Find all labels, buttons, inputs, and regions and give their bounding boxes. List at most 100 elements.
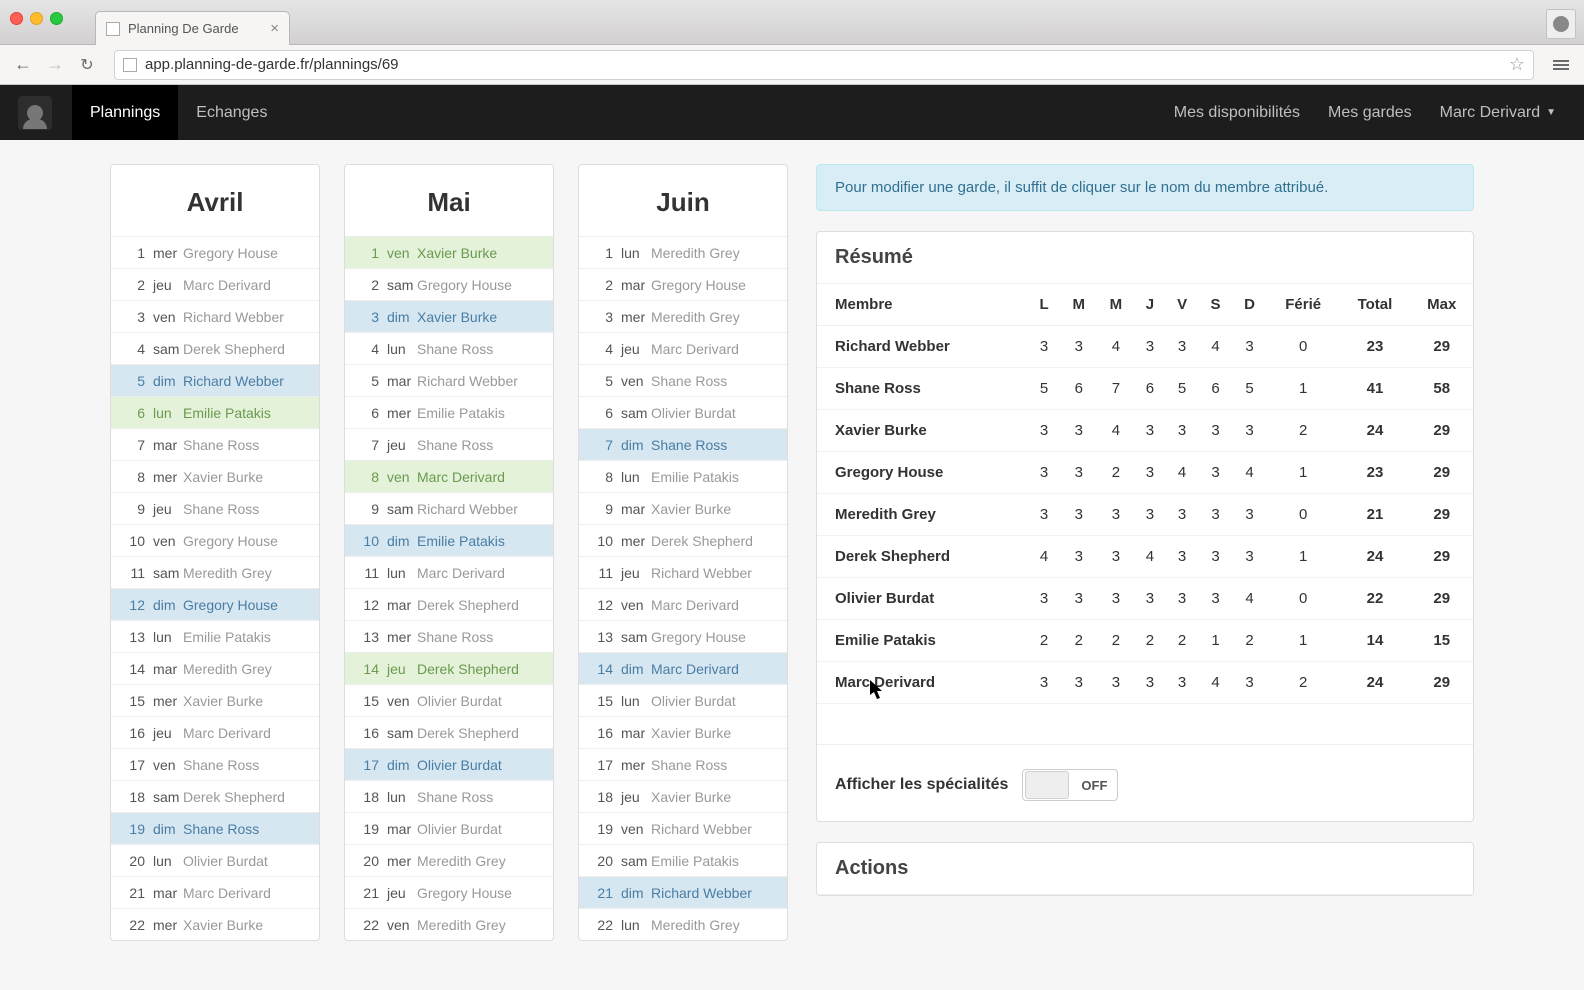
day-member-name[interactable]: Xavier Burke [183,693,309,709]
day-member-name[interactable]: Gregory House [183,597,309,613]
day-member-name[interactable]: Shane Ross [183,821,309,837]
planning-day-row[interactable]: 8venMarc Derivard [345,460,553,492]
planning-day-row[interactable]: 1lunMeredith Grey [579,236,787,268]
user-menu[interactable]: Marc Derivard ▼ [1440,104,1556,122]
day-member-name[interactable]: Shane Ross [183,757,309,773]
planning-day-row[interactable]: 5marRichard Webber [345,364,553,396]
planning-day-row[interactable]: 20lunOlivier Burdat [111,844,319,876]
nav-item-mes-disponibilités[interactable]: Mes disponibilités [1174,104,1300,122]
planning-day-row[interactable]: 5dimRichard Webber [111,364,319,396]
back-button[interactable]: ← [10,52,36,78]
day-member-name[interactable]: Richard Webber [183,309,309,325]
day-member-name[interactable]: Shane Ross [417,341,543,357]
day-member-name[interactable]: Olivier Burdat [417,693,543,709]
planning-day-row[interactable]: 14dimMarc Derivard [579,652,787,684]
planning-day-row[interactable]: 4samDerek Shepherd [111,332,319,364]
day-member-name[interactable]: Olivier Burdat [417,757,543,773]
planning-day-row[interactable]: 7jeuShane Ross [345,428,553,460]
day-member-name[interactable]: Marc Derivard [651,341,777,357]
day-member-name[interactable]: Xavier Burke [183,469,309,485]
day-member-name[interactable]: Emilie Patakis [417,405,543,421]
day-member-name[interactable]: Marc Derivard [183,885,309,901]
planning-day-row[interactable]: 15venOlivier Burdat [345,684,553,716]
planning-day-row[interactable]: 22lunMeredith Grey [579,908,787,940]
day-member-name[interactable]: Derek Shepherd [651,533,777,549]
day-member-name[interactable]: Shane Ross [417,629,543,645]
planning-day-row[interactable]: 12venMarc Derivard [579,588,787,620]
planning-day-row[interactable]: 2samGregory House [345,268,553,300]
planning-day-row[interactable]: 5venShane Ross [579,364,787,396]
day-member-name[interactable]: Richard Webber [651,821,777,837]
planning-day-row[interactable]: 3venRichard Webber [111,300,319,332]
day-member-name[interactable]: Gregory House [417,885,543,901]
day-member-name[interactable]: Emilie Patakis [183,629,309,645]
planning-day-row[interactable]: 17merShane Ross [579,748,787,780]
planning-day-row[interactable]: 1merGregory House [111,236,319,268]
planning-day-row[interactable]: 18jeuXavier Burke [579,780,787,812]
window-maximize-button[interactable] [50,12,63,25]
day-member-name[interactable]: Olivier Burdat [417,821,543,837]
planning-day-row[interactable]: 21jeuGregory House [345,876,553,908]
planning-day-row[interactable]: 8merXavier Burke [111,460,319,492]
planning-day-row[interactable]: 10merDerek Shepherd [579,524,787,556]
day-member-name[interactable]: Gregory House [417,277,543,293]
planning-day-row[interactable]: 11jeuRichard Webber [579,556,787,588]
forward-button[interactable]: → [42,52,68,78]
day-member-name[interactable]: Derek Shepherd [183,789,309,805]
browser-menu-button[interactable] [1548,52,1574,78]
day-member-name[interactable]: Emilie Patakis [183,405,309,421]
day-member-name[interactable]: Xavier Burke [651,789,777,805]
planning-day-row[interactable]: 12dimGregory House [111,588,319,620]
day-member-name[interactable]: Marc Derivard [183,277,309,293]
planning-day-row[interactable]: 9samRichard Webber [345,492,553,524]
planning-day-row[interactable]: 19marOlivier Burdat [345,812,553,844]
planning-day-row[interactable]: 6lunEmilie Patakis [111,396,319,428]
planning-day-row[interactable]: 7marShane Ross [111,428,319,460]
brand-button[interactable] [18,96,52,130]
planning-day-row[interactable]: 6samOlivier Burdat [579,396,787,428]
planning-day-row[interactable]: 9jeuShane Ross [111,492,319,524]
browser-profile-button[interactable] [1546,9,1576,39]
day-member-name[interactable]: Marc Derivard [417,565,543,581]
day-member-name[interactable]: Emilie Patakis [651,853,777,869]
day-member-name[interactable]: Meredith Grey [183,661,309,677]
planning-day-row[interactable]: 17venShane Ross [111,748,319,780]
day-member-name[interactable]: Gregory House [651,629,777,645]
day-member-name[interactable]: Meredith Grey [651,917,777,933]
planning-day-row[interactable]: 18samDerek Shepherd [111,780,319,812]
planning-day-row[interactable]: 9marXavier Burke [579,492,787,524]
planning-day-row[interactable]: 2marGregory House [579,268,787,300]
day-member-name[interactable]: Gregory House [183,533,309,549]
planning-day-row[interactable]: 14marMeredith Grey [111,652,319,684]
specialties-toggle[interactable]: OFF [1022,769,1118,801]
planning-day-row[interactable]: 12marDerek Shepherd [345,588,553,620]
planning-day-row[interactable]: 13samGregory House [579,620,787,652]
planning-day-row[interactable]: 10venGregory House [111,524,319,556]
day-member-name[interactable]: Shane Ross [183,501,309,517]
window-close-button[interactable] [10,12,23,25]
planning-day-row[interactable]: 22venMeredith Grey [345,908,553,940]
planning-day-row[interactable]: 15lunOlivier Burdat [579,684,787,716]
day-member-name[interactable]: Emilie Patakis [417,533,543,549]
day-member-name[interactable]: Olivier Burdat [183,853,309,869]
tab-close-icon[interactable]: × [270,20,279,37]
day-member-name[interactable]: Derek Shepherd [417,725,543,741]
day-member-name[interactable]: Gregory House [651,277,777,293]
day-member-name[interactable]: Olivier Burdat [651,405,777,421]
day-member-name[interactable]: Richard Webber [417,501,543,517]
nav-item-echanges[interactable]: Echanges [178,85,285,140]
reload-button[interactable]: ↻ [74,52,100,78]
planning-day-row[interactable]: 10dimEmilie Patakis [345,524,553,556]
day-member-name[interactable]: Xavier Burke [417,309,543,325]
planning-day-row[interactable]: 6merEmilie Patakis [345,396,553,428]
planning-day-row[interactable]: 13merShane Ross [345,620,553,652]
planning-day-row[interactable]: 21dimRichard Webber [579,876,787,908]
day-member-name[interactable]: Gregory House [183,245,309,261]
planning-day-row[interactable]: 18lunShane Ross [345,780,553,812]
day-member-name[interactable]: Richard Webber [417,373,543,389]
day-member-name[interactable]: Meredith Grey [417,853,543,869]
day-member-name[interactable]: Derek Shepherd [417,661,543,677]
planning-day-row[interactable]: 4lunShane Ross [345,332,553,364]
planning-day-row[interactable]: 11lunMarc Derivard [345,556,553,588]
day-member-name[interactable]: Richard Webber [183,373,309,389]
